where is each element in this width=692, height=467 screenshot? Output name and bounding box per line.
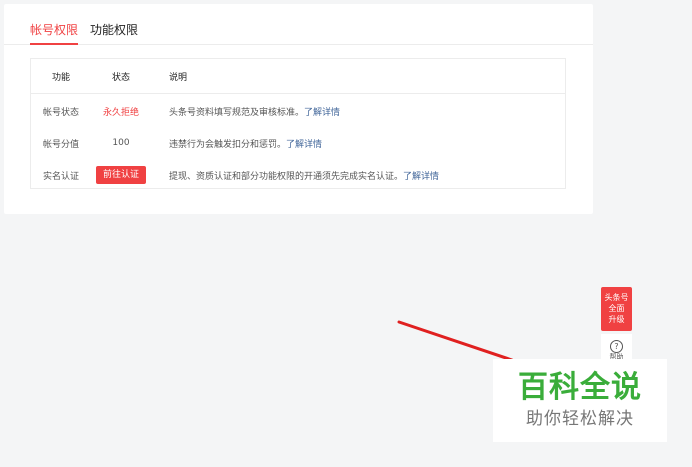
watermark-title: 百科全说 xyxy=(518,370,642,405)
question-circle-icon: ? xyxy=(610,340,623,353)
watermark-subtitle: 助你轻松解决 xyxy=(526,409,634,429)
watermark-logo: 百科全说 助你轻松解决 xyxy=(493,359,667,442)
badge-line: 头条号 xyxy=(604,293,629,302)
toutiao-upgrade-badge[interactable]: 头条号 全面 升级 xyxy=(601,287,632,331)
badge-line: 升级 xyxy=(608,315,625,324)
badge-line: 全面 xyxy=(608,304,625,313)
